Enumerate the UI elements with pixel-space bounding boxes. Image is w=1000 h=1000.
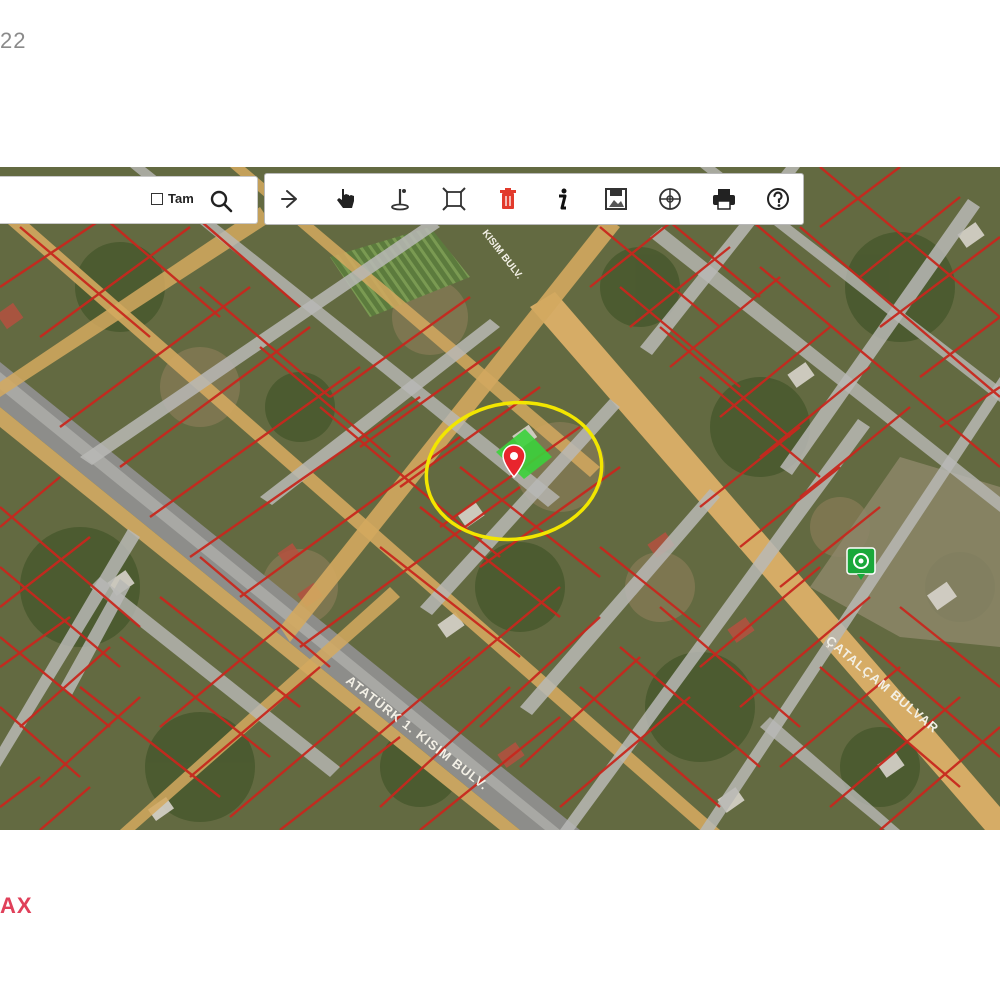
- map-toolbar: [264, 173, 804, 225]
- green-poi-icon[interactable]: [845, 546, 877, 582]
- save-image-icon[interactable]: [601, 184, 631, 214]
- tam-checkbox[interactable]: [151, 193, 163, 205]
- tam-checkbox-label: Tam: [168, 191, 194, 206]
- hand-pointer-icon[interactable]: [331, 184, 361, 214]
- info-pin-icon[interactable]: [385, 184, 415, 214]
- search-icon[interactable]: [208, 188, 234, 214]
- satellite-map: ATATÜRK 1. KISIM BULV. ÇATALÇAM BULVAR K…: [0, 167, 1000, 830]
- coordinate-icon[interactable]: [655, 184, 685, 214]
- search-panel: Tam: [0, 176, 258, 224]
- info-icon[interactable]: [547, 184, 577, 214]
- help-icon[interactable]: [763, 184, 793, 214]
- arrow-right-icon[interactable]: [277, 184, 307, 214]
- map-view[interactable]: ATATÜRK 1. KISIM BULV. ÇATALÇAM BULVAR K…: [0, 167, 1000, 830]
- full-extent-icon[interactable]: [439, 184, 469, 214]
- trash-icon[interactable]: [493, 184, 523, 214]
- bottom-corner-text: AX: [0, 893, 33, 918]
- top-corner-text: 22: [0, 28, 27, 53]
- location-marker-icon[interactable]: [499, 444, 529, 478]
- printer-icon[interactable]: [709, 184, 739, 214]
